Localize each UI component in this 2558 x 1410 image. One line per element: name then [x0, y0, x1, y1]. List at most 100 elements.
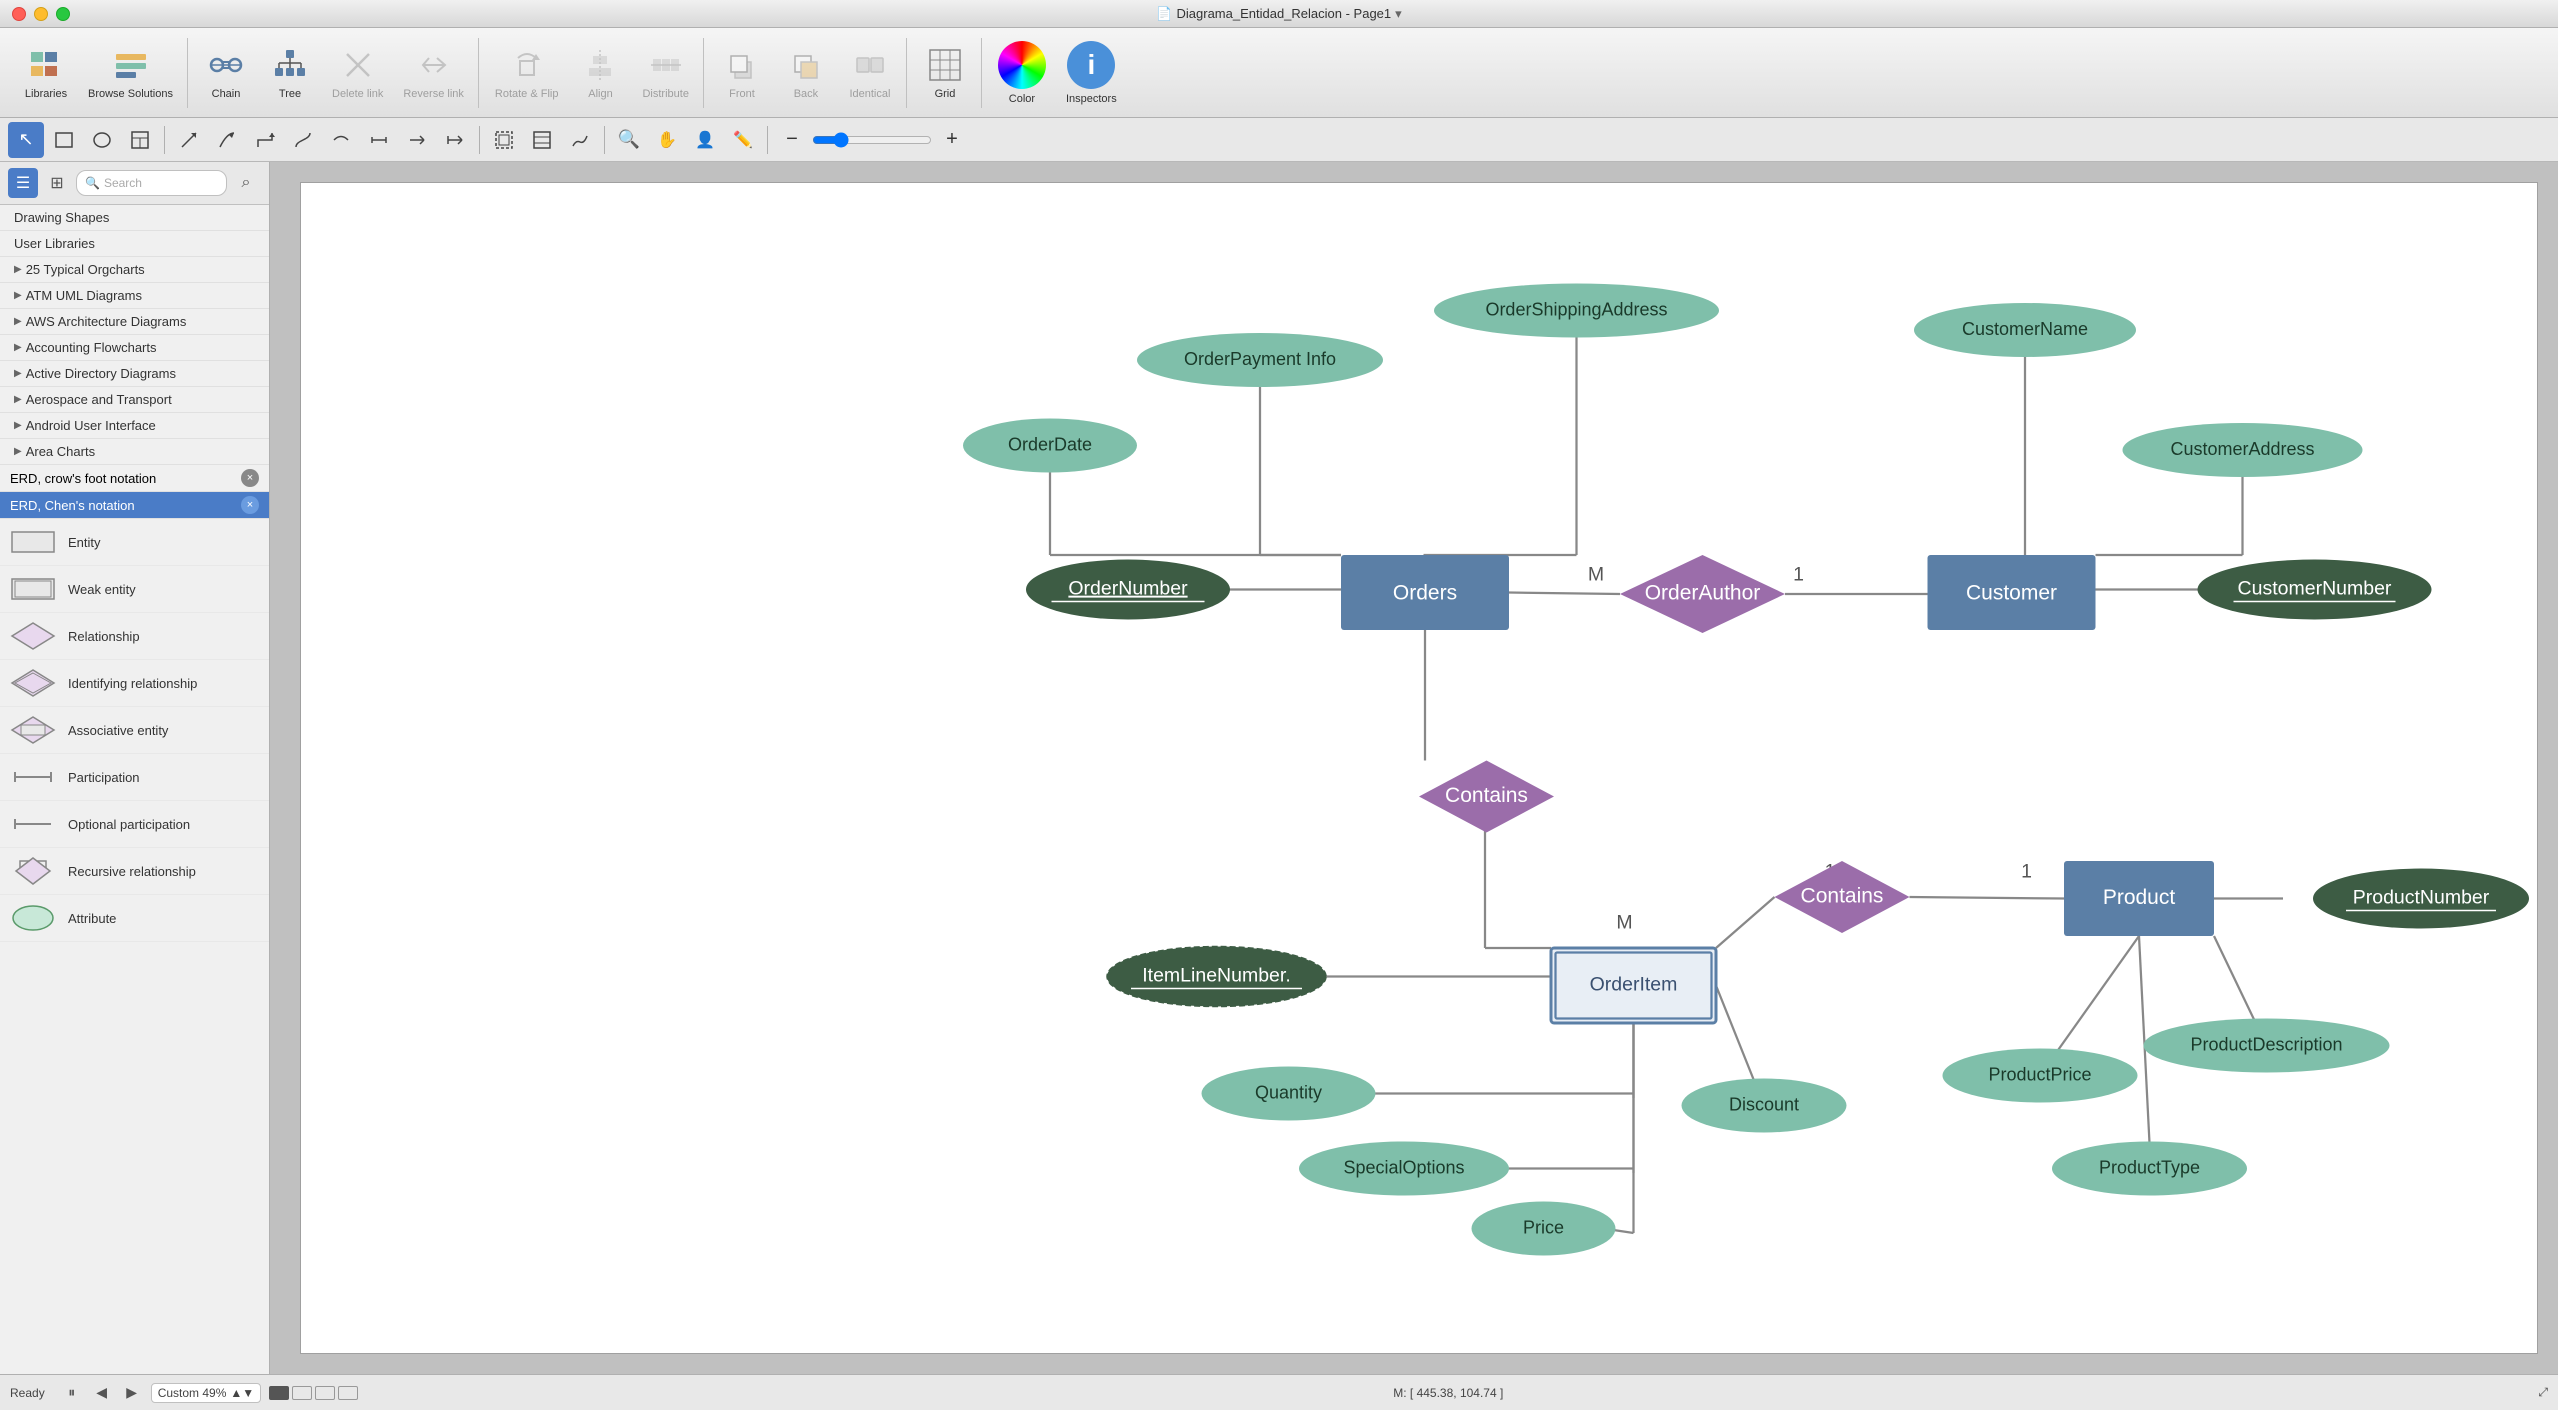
pause-button[interactable]: ⏸: [61, 1382, 83, 1404]
section-android[interactable]: ▶ Android User Interface: [0, 413, 269, 439]
section-orgcharts[interactable]: ▶ 25 Typical Orgcharts: [0, 257, 269, 283]
list-view-button[interactable]: ☰: [8, 168, 38, 198]
subtoolbar-divider-3: [604, 126, 605, 154]
page-view-3[interactable]: [315, 1386, 335, 1400]
grid-label: Grid: [935, 88, 956, 100]
rotate-flip-label: Rotate & Flip: [495, 88, 559, 100]
section-label: Android User Interface: [26, 418, 156, 433]
toolbar-group-library: Libraries Browse Solutions: [10, 38, 188, 108]
rotate-flip-button[interactable]: Rotate & Flip: [487, 40, 567, 106]
zoom-in-control[interactable]: +: [934, 122, 970, 158]
front-button[interactable]: Front: [712, 40, 772, 106]
inspectors-button[interactable]: i Inspectors: [1058, 35, 1125, 111]
connector-tool-8[interactable]: [437, 122, 473, 158]
doc-icon: 📄: [1156, 6, 1172, 22]
back-button[interactable]: Back: [776, 40, 836, 106]
delete-link-button[interactable]: Delete link: [324, 40, 391, 106]
zoom-slider[interactable]: [812, 132, 932, 148]
connector-tool-2[interactable]: [209, 122, 245, 158]
page-view-1[interactable]: [269, 1386, 289, 1400]
library-label: ERD, crow's foot notation: [10, 471, 156, 486]
zoom-arrow: ▲▼: [230, 1386, 254, 1400]
tree-button[interactable]: Tree: [260, 40, 320, 106]
svg-text:Customer: Customer: [1966, 582, 2057, 605]
search-box[interactable]: 🔍 Search: [76, 170, 227, 196]
section-active-directory[interactable]: ▶ Active Directory Diagrams: [0, 361, 269, 387]
swimlane-tool[interactable]: [524, 122, 560, 158]
connector-tool-4[interactable]: [285, 122, 321, 158]
person-tool[interactable]: 👤: [687, 122, 723, 158]
maximize-button[interactable]: [56, 7, 70, 21]
page-view-4[interactable]: [338, 1386, 358, 1400]
connector-tool-7[interactable]: [399, 122, 435, 158]
shape-label: Identifying relationship: [68, 676, 197, 691]
shape-participation[interactable]: Participation: [0, 754, 269, 801]
section-aerospace[interactable]: ▶ Aerospace and Transport: [0, 387, 269, 413]
shape-relationship[interactable]: Relationship: [0, 613, 269, 660]
shape-recursive-rel[interactable]: Recursive relationship: [0, 848, 269, 895]
freehand-tool[interactable]: [562, 122, 598, 158]
shape-weak-entity[interactable]: Weak entity: [0, 566, 269, 613]
close-button[interactable]: [12, 7, 26, 21]
connector-tool-3[interactable]: [247, 122, 283, 158]
subtoolbar-divider-4: [767, 126, 768, 154]
shape-assoc-entity[interactable]: Associative entity: [0, 707, 269, 754]
dropdown-arrow[interactable]: ▾: [1395, 6, 1402, 22]
distribute-button[interactable]: Distribute: [634, 40, 696, 106]
grid-button[interactable]: Grid: [915, 40, 975, 106]
minimize-button[interactable]: [34, 7, 48, 21]
close-library-button[interactable]: ×: [241, 469, 259, 487]
section-label: AWS Architecture Diagrams: [26, 314, 187, 329]
shape-attribute[interactable]: Attribute: [0, 895, 269, 942]
color-label: Color: [1009, 93, 1035, 105]
connector-tool-1[interactable]: [171, 122, 207, 158]
section-accounting[interactable]: ▶ Accounting Flowcharts: [0, 335, 269, 361]
container-tool[interactable]: [486, 122, 522, 158]
shape-opt-participation[interactable]: Optional participation: [0, 801, 269, 848]
search-button[interactable]: ⌕: [231, 168, 261, 198]
browse-solutions-button[interactable]: Browse Solutions: [80, 40, 181, 106]
section-atm-uml[interactable]: ▶ ATM UML Diagrams: [0, 283, 269, 309]
svg-text:Contains: Contains: [1801, 885, 1884, 908]
rect-tool[interactable]: [46, 122, 82, 158]
connector-tool-5[interactable]: [323, 122, 359, 158]
zoom-out-btn[interactable]: 🔍: [611, 122, 647, 158]
align-button[interactable]: Align: [570, 40, 630, 106]
shape-entity[interactable]: Entity: [0, 519, 269, 566]
assoc-entity-preview: [10, 713, 56, 747]
expand-icon[interactable]: ⤢: [2538, 1385, 2548, 1400]
pencil-tool[interactable]: ✏️: [725, 122, 761, 158]
section-user-libraries[interactable]: User Libraries: [0, 231, 269, 257]
select-tool[interactable]: ↖: [8, 122, 44, 158]
identical-button[interactable]: Identical: [840, 40, 900, 106]
ellipse-tool[interactable]: [84, 122, 120, 158]
align-label: Align: [588, 88, 612, 100]
section-drawing-shapes[interactable]: Drawing Shapes: [0, 205, 269, 231]
section-area-charts[interactable]: ▶ Area Charts: [0, 439, 269, 465]
search-icon: 🔍: [85, 176, 100, 190]
libraries-button[interactable]: Libraries: [16, 40, 76, 106]
coordinates: M: [ 445.38, 104.74 ]: [1393, 1386, 1503, 1400]
shape-identifying-rel[interactable]: Identifying relationship: [0, 660, 269, 707]
zoom-dropdown[interactable]: Custom 49% ▲▼: [151, 1383, 261, 1403]
next-page-button[interactable]: ▶: [121, 1382, 143, 1404]
connector-tool-6[interactable]: [361, 122, 397, 158]
library-chens-notation[interactable]: ERD, Chen's notation ×: [0, 492, 269, 519]
section-label: Area Charts: [26, 444, 95, 459]
grid-view-button[interactable]: ⊞: [42, 168, 72, 198]
reverse-link-button[interactable]: Reverse link: [395, 40, 472, 106]
prev-page-button[interactable]: ◀: [91, 1382, 113, 1404]
library-crows-foot[interactable]: ERD, crow's foot notation ×: [0, 465, 269, 492]
canvas-container[interactable]: M 1 1 M 1 1 Orders Customer Product: [270, 162, 2558, 1374]
close-library-button[interactable]: ×: [241, 496, 259, 514]
table-tool[interactable]: [122, 122, 158, 158]
diagram-canvas[interactable]: M 1 1 M 1 1 Orders Customer Product: [300, 182, 2538, 1354]
chain-button[interactable]: Chain: [196, 40, 256, 106]
page-view-2[interactable]: [292, 1386, 312, 1400]
color-button[interactable]: Color: [990, 35, 1054, 111]
zoom-out-control[interactable]: −: [774, 122, 810, 158]
shape-label: Participation: [68, 770, 140, 785]
inspectors-label: Inspectors: [1066, 93, 1117, 105]
pan-tool[interactable]: ✋: [649, 122, 685, 158]
section-aws[interactable]: ▶ AWS Architecture Diagrams: [0, 309, 269, 335]
